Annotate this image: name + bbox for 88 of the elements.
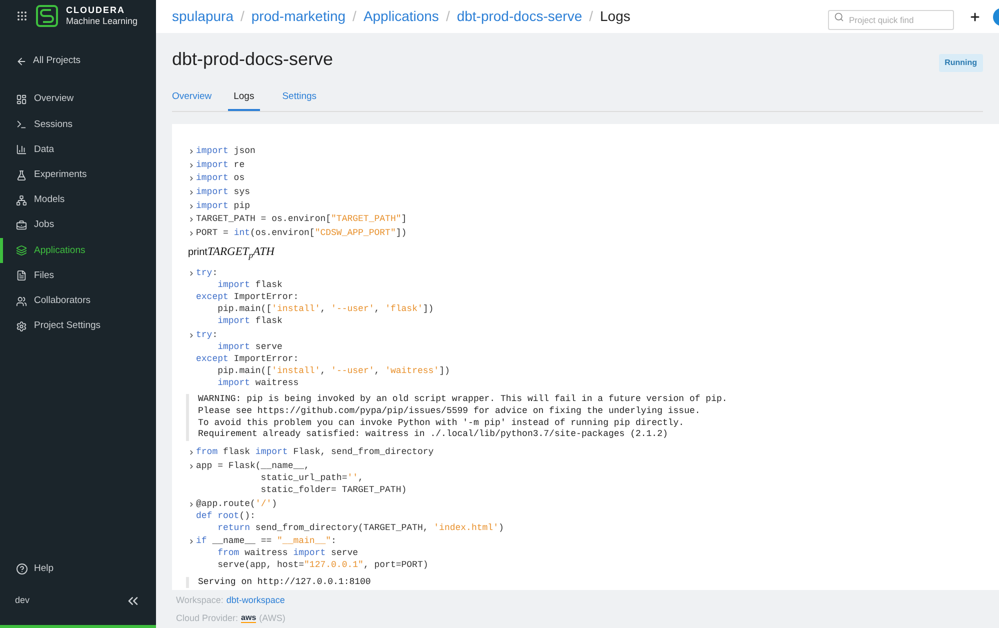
code-line: import serve [216, 340, 284, 353]
workspace-link[interactable]: dbt-workspace [226, 594, 285, 608]
output-line: Please see https://github.com/pypa/pip/issues/5599 for advice on fixing the underlying issue. [198, 406, 702, 418]
breadcrumb-link[interactable]: prod-marketing [251, 6, 346, 27]
code-line: except ImportError: [196, 291, 300, 304]
code-line: static_url_path='', [260, 472, 364, 484]
network-icon [16, 194, 27, 206]
logo-icon [36, 5, 58, 27]
nav-item[interactable]: Jobs [0, 212, 156, 238]
breadcrumb-separator: / [240, 7, 244, 26]
breadcrumb-link[interactable]: spulapura [172, 6, 234, 27]
code-line: app = Flask(__name__, [196, 460, 310, 472]
code-line: @app.route('/') [196, 498, 278, 510]
help-icon [16, 563, 28, 575]
terminal-icon [16, 119, 27, 130]
nav-item[interactable]: Experiments [0, 162, 156, 188]
output-line: Requirement already satisfied: waitress in ./.local/lib/python3.7/site-packages (2.1.2) [198, 429, 669, 441]
code-line: pip.main(['install', '--user', 'flask']) [216, 303, 434, 316]
nav-item[interactable]: Applications [0, 238, 156, 264]
nav-item[interactable]: Collaborators [0, 288, 156, 314]
status-label: Running [938, 54, 983, 72]
code-line: import pip [196, 200, 250, 212]
code-line: PORT = int(os.environ["CDSW_APP_PORT"]) [196, 226, 407, 239]
code-line: pip.main(['install', '--user', 'waitress']) [216, 364, 450, 377]
nav-item[interactable]: Overview [0, 87, 156, 112]
breadcrumb-separator: / [352, 7, 356, 26]
code-line: import flask [216, 279, 284, 292]
code-line: import os [196, 172, 245, 184]
chevron-icon [188, 270, 195, 278]
breadcrumb-current: Logs [600, 7, 630, 26]
code-line: def root(): [196, 510, 256, 522]
workspace-label: Workspace: [176, 594, 224, 607]
output-line: To avoid this problem you can invoke Python with '-m pip' instead of running pip directly. [198, 418, 686, 430]
dashboard-icon [16, 94, 27, 106]
bar-chart-icon [16, 144, 27, 156]
chevron-icon [188, 538, 195, 546]
code-line: import sys [196, 186, 250, 198]
tab[interactable]: Settings [282, 90, 317, 112]
breadcrumb-separator: / [446, 7, 450, 26]
code-line: static_folder= TARGET_PATH) [260, 484, 407, 496]
tab[interactable]: Overview [172, 90, 212, 112]
users-icon [16, 296, 27, 307]
search-icon [834, 12, 844, 22]
brand-name: CLOUDERA [66, 5, 126, 16]
add-icon[interactable] [969, 10, 981, 22]
cloud-provider-label: Cloud Provider: [176, 612, 238, 624]
layers-icon [16, 245, 27, 256]
code-line: import flask [216, 315, 284, 328]
code-line: if __name__ == "__main__": [196, 535, 338, 548]
all-projects-link[interactable]: All Projects [0, 49, 156, 73]
brand-product: Machine Learning [66, 16, 138, 27]
nav-item[interactable]: Files [0, 263, 156, 288]
nav-item[interactable]: Data [0, 137, 156, 163]
breadcrumb-link[interactable]: dbt-prod-docs-serve [456, 6, 582, 27]
chevron-icon [188, 500, 195, 508]
aws-logo: aws [241, 613, 256, 624]
tab[interactable]: Logs [228, 90, 260, 112]
code-line: except ImportError: [196, 352, 300, 365]
chevron-icon [188, 332, 195, 339]
file-icon [16, 270, 27, 282]
code-line: try: [196, 267, 219, 280]
code-line: from waitress import serve [216, 547, 360, 560]
help-link[interactable]: Help [0, 557, 156, 581]
code-line: import waitress [216, 376, 300, 389]
user-name: dev [15, 594, 30, 608]
code-line: import json [196, 145, 256, 158]
nav-item[interactable]: Project Settings [0, 314, 156, 339]
briefcase-icon [16, 220, 27, 232]
output-line: Serving on http://127.0.0.1:8100 [198, 576, 372, 588]
apps-grid-icon[interactable] [16, 10, 28, 22]
nav-item[interactable]: Models [0, 188, 156, 213]
page-title: dbt-prod-docs-serve [172, 48, 334, 71]
arrow-left-icon [16, 56, 27, 66]
code-line: from flask import Flask, send_from_directory [196, 446, 434, 458]
math-output: printTARGET$_{p}$ATH [188, 245, 276, 262]
nav-item[interactable]: Sessions [0, 112, 156, 138]
code-line: TARGET_PATH = os.environ["TARGET_PATH"] [196, 213, 407, 226]
output-line: WARNING: pip is being invoked by an old script wrapper. This will fail in a future version of pip. [198, 394, 728, 406]
code-line: import re [196, 158, 245, 171]
search-field[interactable]: Project quick find [828, 10, 954, 30]
flask-icon [16, 170, 27, 181]
code-line: try: [196, 328, 219, 341]
code-line: serve(app, host="127.0.0.1", port=PORT) [216, 559, 428, 572]
breadcrumb-link[interactable]: Applications [363, 6, 439, 27]
cloud-provider-value: (AWS) [259, 612, 286, 625]
breadcrumb-separator: / [589, 7, 593, 26]
code-line: return send_from_directory(TARGET_PATH, 'index.html') [216, 522, 504, 534]
settings-icon [16, 320, 27, 332]
